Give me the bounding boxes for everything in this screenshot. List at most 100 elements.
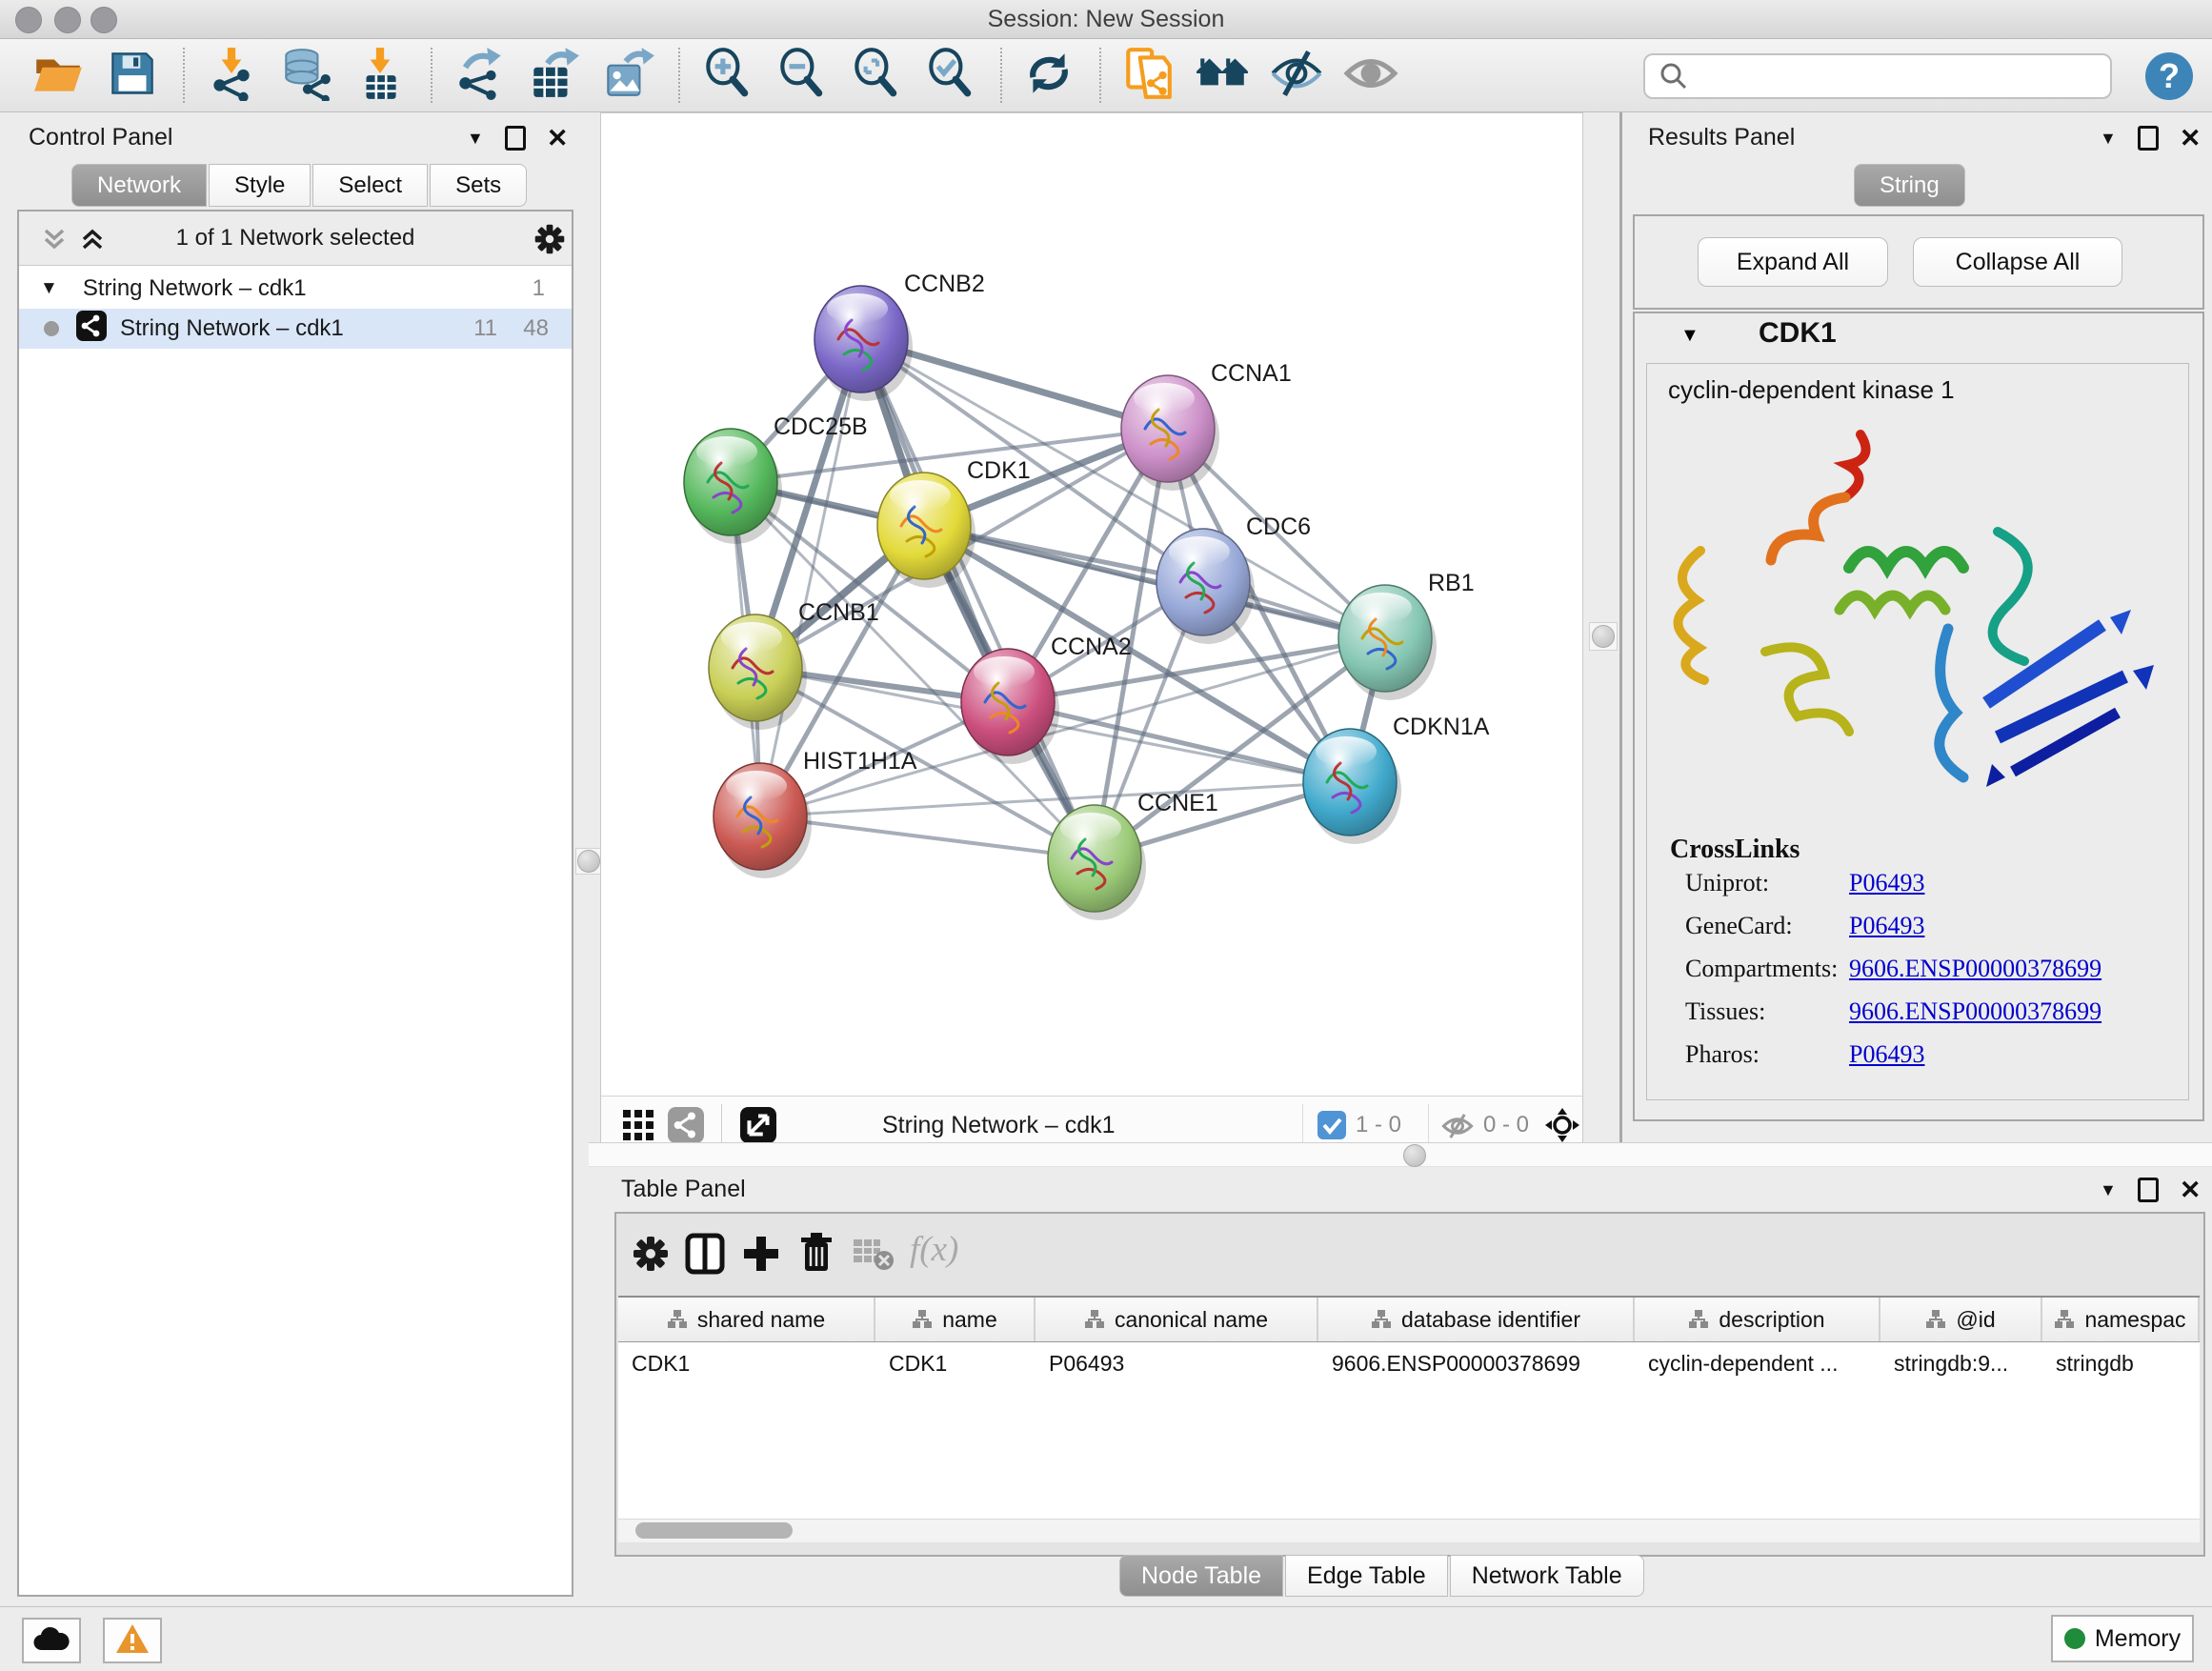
node-label: CCNA2	[1051, 634, 1132, 660]
panel-menu-icon[interactable]: ▼	[467, 129, 484, 149]
right-splitter-handle[interactable]	[1589, 622, 1618, 651]
crosslink-link[interactable]: P06493	[1849, 869, 1924, 897]
panel-menu-icon[interactable]: ▼	[2100, 1180, 2117, 1200]
table-header-row: shared namenamecanonical namedatabase id…	[618, 1298, 2200, 1342]
network-node[interactable]: CCNB1	[709, 599, 879, 730]
search-input[interactable]	[1695, 57, 2099, 93]
horizontal-splitter[interactable]	[589, 1142, 2212, 1167]
network-row[interactable]: String Network – cdk1 11 48	[19, 309, 572, 349]
crosslink-link[interactable]: 9606.ENSP00000378699	[1849, 997, 2101, 1026]
network-node[interactable]: RB1	[1338, 570, 1475, 700]
crosslink-row: GeneCard: P06493	[1647, 912, 2188, 955]
memory-label: Memory	[2095, 1625, 2181, 1653]
cloud-status-button[interactable]	[22, 1618, 81, 1663]
tab-style[interactable]: Style	[209, 164, 311, 207]
scrollbar-thumb[interactable]	[635, 1522, 793, 1539]
crosslink-link[interactable]: 9606.ENSP00000378699	[1849, 955, 2101, 983]
network-node[interactable]: CCNB2	[814, 271, 985, 401]
left-splitter-handle[interactable]	[575, 848, 602, 875]
zoom-selected-button[interactable]	[920, 46, 979, 105]
crosslink-label: GeneCard:	[1685, 912, 1793, 940]
warning-status-button[interactable]	[103, 1618, 162, 1663]
select-columns-icon[interactable]	[685, 1233, 725, 1279]
panel-menu-icon[interactable]: ▼	[2100, 129, 2117, 149]
expand-all-button[interactable]: Expand All	[1698, 237, 1888, 287]
network-list-header: 1 of 1 Network selected	[19, 211, 572, 266]
network-node[interactable]: CDC25B	[684, 413, 868, 544]
warning-icon	[114, 1622, 151, 1660]
gear-icon[interactable]	[533, 223, 566, 260]
import-table-file-button[interactable]	[351, 46, 410, 105]
window-title: Session: New Session	[0, 0, 2212, 38]
tab-edge-table[interactable]: Edge Table	[1285, 1555, 1448, 1597]
splitter-handle[interactable]	[1403, 1144, 1426, 1167]
crosslink-link[interactable]: P06493	[1849, 912, 1924, 940]
save-session-button[interactable]	[103, 46, 162, 105]
search-box	[1643, 53, 2112, 99]
panel-float-icon[interactable]	[2138, 1178, 2159, 1202]
add-column-icon[interactable]	[742, 1235, 780, 1278]
column-header[interactable]: namespac	[2042, 1298, 2200, 1341]
network-edge	[924, 526, 1385, 638]
toolbar-separator	[1099, 48, 1101, 103]
import-network-database-button[interactable]	[276, 46, 335, 105]
help-button[interactable]: ?	[2145, 52, 2193, 100]
export-table-button[interactable]	[524, 46, 583, 105]
collapse-all-button[interactable]: Collapse All	[1913, 237, 2122, 287]
column-header[interactable]: name	[875, 1298, 1036, 1341]
zoom-out-button[interactable]	[772, 46, 831, 105]
column-header[interactable]: database identifier	[1318, 1298, 1635, 1341]
network-list-panel: 1 of 1 Network selected ▼ String Network…	[17, 210, 573, 1597]
network-node[interactable]: CDC6	[1156, 513, 1311, 644]
zoom-fit-icon	[848, 46, 903, 106]
selected-checkbox-icon[interactable]	[1317, 1111, 1346, 1144]
tree-expander-icon[interactable]: ▼	[40, 278, 58, 299]
delete-column-icon[interactable]	[797, 1231, 835, 1279]
network-canvas[interactable]: CCNB2 CCNA1 CDC25B CDK1 CDC6RB1 CCNB1 CCNA2 CDK…	[601, 113, 1582, 1097]
panel-float-icon[interactable]	[2138, 126, 2159, 151]
panel-close-icon[interactable]: ✕	[547, 129, 569, 148]
table-gear-icon[interactable]	[632, 1235, 670, 1278]
column-header[interactable]: canonical name	[1036, 1298, 1318, 1341]
crosslink-link[interactable]: P06493	[1849, 1040, 1924, 1069]
crosslink-row: Uniprot: P06493	[1647, 869, 2188, 912]
apply-layout-button[interactable]	[1019, 46, 1078, 105]
grid-view-icon[interactable]	[622, 1109, 654, 1146]
hide-unselected-button[interactable]	[1267, 46, 1326, 105]
zoom-fit-button[interactable]	[846, 46, 905, 105]
crosslink-label: Uniprot:	[1685, 869, 1769, 897]
column-header[interactable]: description	[1635, 1298, 1880, 1341]
tab-node-table[interactable]: Node Table	[1119, 1555, 1283, 1597]
tab-sets[interactable]: Sets	[430, 164, 527, 207]
network-edge	[760, 638, 1385, 816]
entry-collapse-icon[interactable]: ▼	[1680, 325, 1699, 347]
duplicate-network-button[interactable]	[1118, 46, 1177, 105]
zoom-in-button[interactable]	[697, 46, 756, 105]
delete-table-icon	[853, 1238, 895, 1276]
column-header[interactable]: shared name	[618, 1298, 875, 1341]
eye-slash-icon	[1269, 46, 1324, 106]
node-label: CDK1	[967, 457, 1031, 484]
tab-network[interactable]: Network	[71, 164, 207, 207]
show-all-button[interactable]	[1341, 46, 1400, 105]
table-horizontal-scrollbar[interactable]	[618, 1519, 2200, 1542]
memory-button[interactable]: Memory	[2051, 1615, 2194, 1662]
tab-select[interactable]: Select	[312, 164, 428, 207]
column-header[interactable]: @id	[1880, 1298, 2042, 1341]
network-node[interactable]: CDKN1A	[1303, 714, 1490, 844]
export-image-button[interactable]	[598, 46, 657, 105]
tab-string[interactable]: String	[1854, 164, 1965, 207]
tab-network-table[interactable]: Network Table	[1450, 1555, 1644, 1597]
open-session-button[interactable]	[29, 46, 88, 105]
network-node[interactable]: CCNA1	[1121, 360, 1292, 491]
export-network-button[interactable]	[450, 46, 509, 105]
panel-close-icon[interactable]: ✕	[2180, 1180, 2202, 1199]
shared-column-icon	[1925, 1309, 1946, 1330]
table-row[interactable]: CDK1CDK1P064939606.ENSP00000378699cyclin…	[618, 1342, 2200, 1384]
network-collection-row[interactable]: ▼ String Network – cdk1 1	[19, 269, 572, 309]
shared-column-icon	[1688, 1309, 1709, 1330]
panel-float-icon[interactable]	[505, 126, 526, 151]
houses-icon-button[interactable]	[1193, 46, 1252, 105]
import-network-file-button[interactable]	[202, 46, 261, 105]
panel-close-icon[interactable]: ✕	[2180, 129, 2202, 148]
